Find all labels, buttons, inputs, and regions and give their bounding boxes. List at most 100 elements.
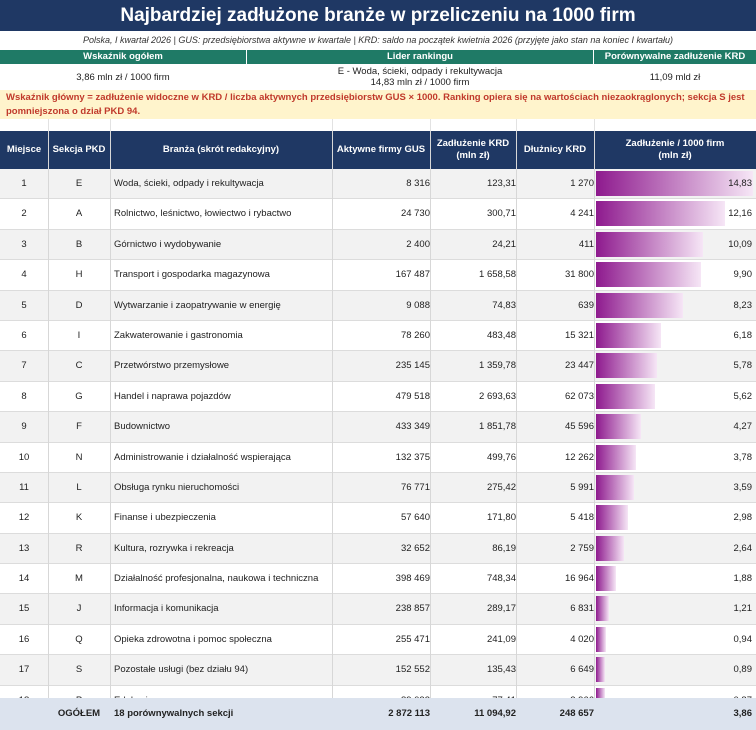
section-cell: J <box>76 603 82 615</box>
krd-debt-cell: 748,34 <box>486 573 516 585</box>
table-row: 17 S Pozostałe usługi (bez działu 94) 152 5… <box>0 655 756 686</box>
krd-debtors-cell: 411 <box>578 238 594 250</box>
krd-debtors-cell: 4 241 <box>570 208 594 220</box>
section-cell: A <box>75 208 83 220</box>
ratio-bar <box>596 201 725 227</box>
kpi-value-leader: E - Woda, ścieki, odpady i rekultywacja … <box>247 64 593 90</box>
section-cell: N <box>75 451 83 463</box>
section-cell: R <box>75 542 83 554</box>
section-cell: G <box>75 390 83 402</box>
ratio-cell: 14,83 <box>596 169 756 198</box>
rank-cell: 11 <box>19 481 29 493</box>
spacer-row <box>0 119 756 131</box>
col-header-ratio: Zadłużenie / 1000 firm (mln zł) <box>594 131 756 169</box>
col-header-debt-unit: (mln zł) <box>456 150 490 161</box>
table-row: 2 A Rolnictwo, leśnictwo, łowiectwo i ryba… <box>0 199 756 230</box>
rank-cell: 10 <box>18 451 30 463</box>
col-header-rank: Miejsce <box>6 144 42 155</box>
industry-name-cell: Przetwórstwo przemysłowe <box>114 360 230 372</box>
krd-debt-cell: 1 658,58 <box>479 269 516 281</box>
krd-debt-cell: 135,43 <box>486 664 516 676</box>
ratio-cell: 2,64 <box>596 534 756 563</box>
col-header-debtors: Dłużnicy KRD <box>523 144 587 155</box>
ratio-bar <box>596 262 701 288</box>
total-debt: 11 094,92 <box>474 708 516 719</box>
rank-cell: 17 <box>18 664 30 676</box>
kpi-label-leader: Lider rankingu <box>247 50 593 64</box>
rank-cell: 12 <box>18 512 30 524</box>
krd-debtors-cell: 31 800 <box>564 269 594 281</box>
krd-debtors-cell: 23 447 <box>564 360 594 372</box>
krd-debt-cell: 171,80 <box>486 512 516 524</box>
krd-debt-cell: 275,42 <box>486 481 516 493</box>
ratio-cell: 1,21 <box>596 594 756 623</box>
ratio-cell: 0,94 <box>596 625 756 654</box>
rank-cell: 3 <box>21 238 27 250</box>
ratio-bar <box>596 566 616 592</box>
krd-debtors-cell: 1 270 <box>570 178 594 189</box>
ratio-bar <box>596 322 662 348</box>
page-subtitle: Polska, I kwartał 2026 | GUS: przedsiębi… <box>83 35 673 45</box>
krd-debt-cell: 241,09 <box>486 633 516 645</box>
industry-name-cell: Budownictwo <box>114 421 170 433</box>
krd-debtors-cell: 12 262 <box>564 451 594 463</box>
krd-debtors-cell: 6 831 <box>570 603 594 615</box>
ratio-value: 9,90 <box>733 269 753 281</box>
total-ratio: 3,86 <box>733 708 753 719</box>
industry-name-cell: Handel i naprawa pojazdów <box>114 390 231 402</box>
ratio-value: 2,64 <box>733 542 753 554</box>
table-row: 5 D Wytwarzanie i zaopatrywanie w energię 9… <box>0 290 756 321</box>
rank-cell: 14 <box>18 573 30 585</box>
industry-name-cell: Woda, ścieki, odpady i rekultywacja <box>114 178 264 189</box>
kpi-label-overall: Wskaźnik ogółem <box>0 50 246 64</box>
ratio-value: 1,21 <box>733 603 753 615</box>
krd-debtors-cell: 6 649 <box>570 664 594 676</box>
table-row: 16 Q Opieka zdrowotna i pomoc społeczna 255… <box>0 625 756 656</box>
table-body: 1 E Woda, ścieki, odpady i rekultywacja 8 3… <box>0 169 756 717</box>
table-row: 7 C Przetwórstwo przemysłowe 235 145 1 359,7… <box>0 351 756 382</box>
table-row: 4 H Transport i gospodarka magazynowa 167 4… <box>0 260 756 291</box>
ratio-bar <box>596 596 609 622</box>
section-cell: H <box>75 269 83 281</box>
methodology-note: Wskaźnik główny = zadłużenie widoczne w … <box>0 90 756 119</box>
col-header-debt-title: Zadłużenie KRD <box>436 138 510 149</box>
rank-cell: 2 <box>21 208 27 220</box>
ratio-value: 14,83 <box>728 178 752 189</box>
industry-name-cell: Administrowanie i działalność wspierając… <box>114 451 291 463</box>
table-row: 9 F Budownictwo 433 349 1 851,78 45 596 4,27 <box>0 412 756 443</box>
industry-name-cell: Obsługa rynku nieruchomości <box>114 481 240 493</box>
table-row: 6 I Zakwaterowanie i gastronomia 78 260 483,… <box>0 321 756 352</box>
industry-name-cell: Wytwarzanie i zaopatrywanie w energię <box>114 299 281 311</box>
table-row: 8 G Handel i naprawa pojazdów 479 518 2 693,… <box>0 382 756 413</box>
krd-debt-cell: 2 693,63 <box>479 390 516 402</box>
krd-debtors-cell: 4 020 <box>570 633 594 645</box>
ratio-cell: 3,78 <box>596 443 756 472</box>
ratio-value: 6,18 <box>733 329 753 341</box>
industry-name-cell: Transport i gospodarka magazynowa <box>114 269 270 281</box>
ratio-bar <box>596 505 628 531</box>
kpi-label-debt: Porównywalne zadłużenie KRD <box>594 50 756 64</box>
ratio-value: 2,98 <box>733 512 753 524</box>
industry-name-cell: Kultura, rozrywka i rekreacja <box>114 542 234 554</box>
rank-cell: 5 <box>21 299 27 311</box>
table-row: 1 E Woda, ścieki, odpady i rekultywacja 8 3… <box>0 169 756 200</box>
section-cell: Q <box>75 633 83 645</box>
industry-name-cell: Finanse i ubezpieczenia <box>114 512 216 524</box>
ratio-bar <box>596 444 637 470</box>
ratio-bar <box>596 626 606 652</box>
table-row: 14 M Działalność profesjonalna, naukowa i … <box>0 564 756 595</box>
industry-name-cell: Opieka zdrowotna i pomoc społeczna <box>114 633 272 645</box>
section-cell: F <box>76 421 82 433</box>
total-firms: 2 872 113 <box>388 708 430 719</box>
ratio-cell: 12,16 <box>596 199 756 228</box>
rank-cell: 13 <box>18 542 30 554</box>
krd-debtors-cell: 2 759 <box>570 542 594 554</box>
ratio-bar <box>596 353 658 379</box>
ratio-cell: 3,59 <box>596 473 756 502</box>
krd-debt-cell: 86,19 <box>492 542 516 554</box>
active-firms-cell: 238 857 <box>395 603 430 615</box>
rank-cell: 7 <box>21 360 27 372</box>
col-header-firms: Aktywne firmy GUS <box>336 144 426 155</box>
col-header-debt: Zadłużenie KRD (mln zł) <box>430 131 516 169</box>
krd-debtors-cell: 45 596 <box>564 421 594 433</box>
